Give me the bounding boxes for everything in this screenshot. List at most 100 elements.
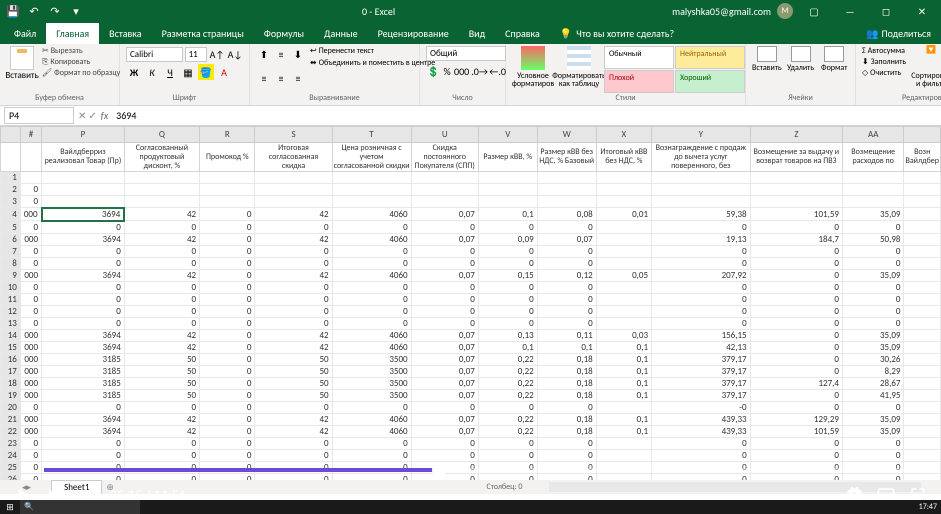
cell[interactable]: 42 [255, 413, 332, 425]
field-header[interactable]: Итоговый кВВ без НДС, % [596, 143, 651, 172]
cell[interactable] [842, 172, 903, 184]
start-button[interactable]: ⊞ [0, 500, 20, 514]
cell[interactable]: 0 [124, 281, 199, 293]
cell[interactable] [842, 196, 903, 208]
cell[interactable]: 0 [652, 293, 751, 305]
row-header[interactable]: 24 [1, 449, 21, 461]
row-header[interactable]: 6 [1, 233, 21, 245]
cell[interactable]: 50 [124, 365, 199, 377]
maximize-button[interactable]: ◻ [871, 0, 901, 22]
column-header[interactable] [1, 127, 21, 143]
cell[interactable] [411, 172, 478, 184]
cell[interactable]: 000 [20, 365, 41, 377]
column-header[interactable]: R [200, 127, 255, 143]
cell[interactable]: 0 [200, 221, 255, 234]
cell[interactable]: 0 [411, 305, 478, 317]
tab-home[interactable]: Главная [46, 23, 99, 44]
name-box[interactable] [4, 107, 74, 124]
cell[interactable]: 0 [124, 401, 199, 413]
sheet-nav-next-icon[interactable]: ▸ [27, 482, 32, 493]
cell[interactable]: 42 [255, 208, 332, 221]
taskbar-time[interactable]: 17:47 [919, 502, 937, 512]
cell[interactable]: 0,07 [411, 353, 478, 365]
cell[interactable]: 0,12 [537, 269, 596, 281]
autosum-button[interactable]: ΣАвтосумма [862, 46, 906, 56]
cell[interactable]: 0,07 [411, 389, 478, 401]
cell[interactable]: 0 [537, 449, 596, 461]
cell[interactable]: 0 [842, 221, 903, 234]
cell[interactable] [652, 172, 751, 184]
cell[interactable]: 0 [411, 437, 478, 449]
column-header[interactable]: # [20, 127, 41, 143]
cell[interactable]: 0 [842, 461, 903, 473]
field-header[interactable]: Вознаграждение с продаж до вычета услуг … [652, 143, 751, 172]
column-header[interactable]: X [596, 127, 651, 143]
field-header[interactable]: Итоговая согласованная скидка [255, 143, 332, 172]
cell[interactable]: 0 [750, 221, 842, 234]
row-header[interactable]: 7 [1, 245, 21, 257]
horizontal-scrollbar[interactable] [549, 482, 922, 492]
cell[interactable]: 0 [200, 257, 255, 269]
cell[interactable]: 0,11 [537, 329, 596, 341]
cell[interactable]: 0,18 [537, 365, 596, 377]
cell[interactable] [596, 281, 651, 293]
cell[interactable]: 0,1 [596, 365, 651, 377]
row-header[interactable]: 2 [1, 184, 21, 196]
cell[interactable]: 30,26 [842, 353, 903, 365]
cell[interactable] [332, 172, 411, 184]
cell[interactable]: 3185 [42, 353, 125, 365]
cell[interactable]: 4060 [332, 329, 411, 341]
cell[interactable]: 0 [255, 221, 332, 234]
cell[interactable]: 42 [124, 269, 199, 281]
cell[interactable]: 000 [20, 208, 41, 221]
cell[interactable]: 35,09 [842, 413, 903, 425]
cell[interactable]: 0 [124, 317, 199, 329]
cell[interactable]: 0 [124, 449, 199, 461]
cell[interactable] [904, 172, 941, 184]
cell[interactable] [904, 341, 941, 353]
cell[interactable]: 4060 [332, 233, 411, 245]
cell[interactable]: 3694 [42, 329, 125, 341]
cell[interactable]: 0 [255, 437, 332, 449]
cell[interactable] [904, 437, 941, 449]
cell[interactable]: 0 [842, 449, 903, 461]
cell[interactable] [332, 196, 411, 208]
cell[interactable]: 0 [20, 401, 41, 413]
cell[interactable]: 3694 [42, 425, 125, 437]
cell[interactable]: 42 [124, 208, 199, 221]
cell[interactable]: 0 [750, 329, 842, 341]
cell-styles-gallery[interactable]: Обычный Нейтральный Плохой Хороший [604, 46, 745, 93]
decrease-decimal-icon[interactable]: ←.0 [490, 63, 506, 79]
cell[interactable] [904, 317, 941, 329]
cell[interactable]: 0,07 [411, 377, 478, 389]
cell[interactable]: 0 [255, 401, 332, 413]
cell[interactable]: 0 [750, 365, 842, 377]
cell[interactable]: 28,67 [842, 377, 903, 389]
cell[interactable]: 129,29 [750, 413, 842, 425]
cell[interactable] [255, 172, 332, 184]
cell[interactable] [255, 196, 332, 208]
cell[interactable]: 4060 [332, 413, 411, 425]
font-color-button[interactable]: A [216, 64, 232, 80]
cell[interactable]: 0,07 [411, 233, 478, 245]
conditional-format-button[interactable]: Условное форматиров [512, 46, 554, 93]
cell[interactable]: 0 [124, 257, 199, 269]
align-left-icon[interactable]: ≡ [256, 70, 272, 86]
cell[interactable]: 0,07 [411, 413, 478, 425]
cell[interactable]: 0 [842, 257, 903, 269]
cell[interactable]: 000 [20, 269, 41, 281]
cell[interactable]: 0 [537, 245, 596, 257]
cell[interactable]: 0 [537, 317, 596, 329]
cell[interactable]: 35,09 [842, 208, 903, 221]
cell[interactable]: 000 [20, 341, 41, 353]
cell[interactable]: 0,22 [478, 377, 537, 389]
cell[interactable]: 0,08 [537, 208, 596, 221]
sheet-tab[interactable]: Sheet1 [51, 480, 102, 495]
number-format-select[interactable]: Общий [426, 46, 506, 61]
cell[interactable]: 0 [842, 281, 903, 293]
cell[interactable] [904, 269, 941, 281]
cell[interactable]: 50,98 [842, 233, 903, 245]
cell[interactable] [904, 245, 941, 257]
wrap-text-button[interactable]: ↩Перенести текст [310, 46, 435, 56]
cell[interactable]: 4060 [332, 341, 411, 353]
